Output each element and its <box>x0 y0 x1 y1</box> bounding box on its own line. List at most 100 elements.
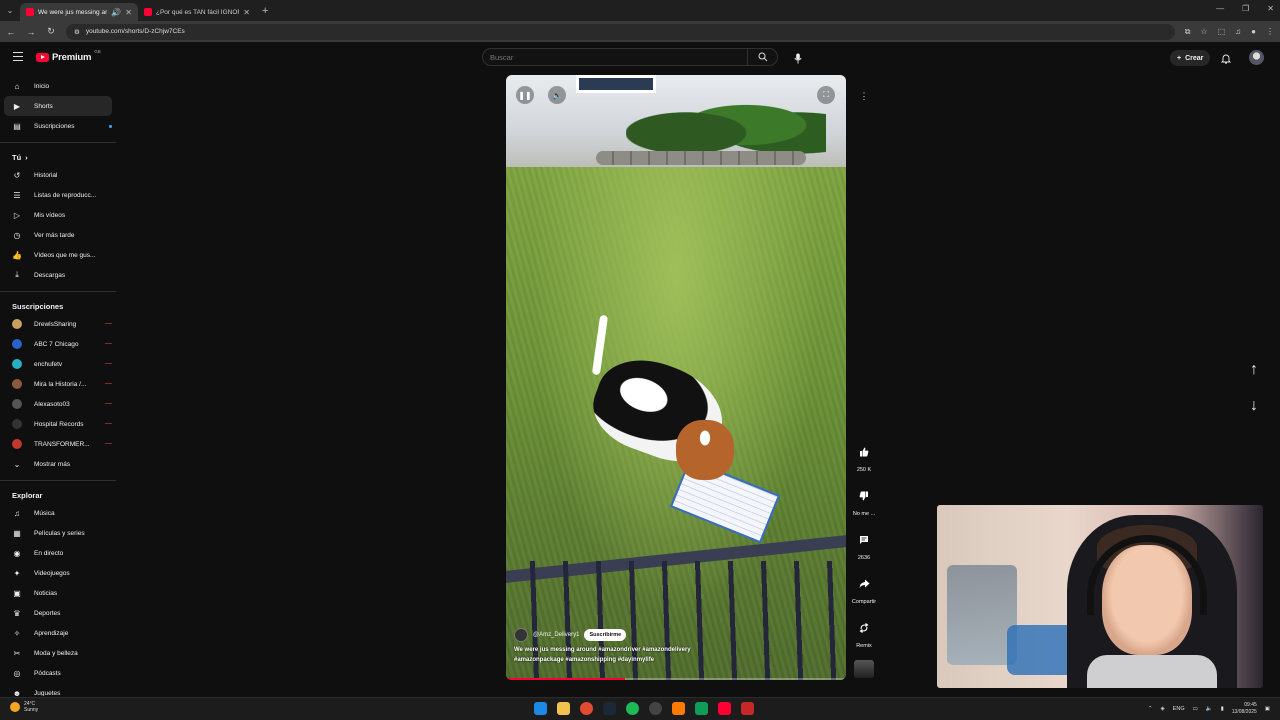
site-info-icon[interactable]: ⚙ <box>74 28 80 36</box>
share-action[interactable]: Compartir <box>847 574 881 618</box>
chrome-icon[interactable] <box>580 702 593 715</box>
sidebar-item-you-5[interactable]: ⤓ Descargas <box>4 265 112 285</box>
tray-app-icon[interactable]: ◈ <box>1161 706 1165 712</box>
fullscreen-button[interactable]: ⛶ <box>817 86 835 104</box>
calendar-app-icon[interactable] <box>741 702 754 715</box>
sidebar-item-subscription-2[interactable]: enchufetv <box>4 354 112 374</box>
store-icon[interactable] <box>695 702 708 715</box>
sidebar-item-subscription-1[interactable]: ABC 7 Chicago <box>4 334 112 354</box>
create-button[interactable]: + Crear <box>1170 50 1211 66</box>
wifi-icon[interactable]: ▭ <box>1193 706 1198 712</box>
close-window-icon[interactable]: ✕ <box>1267 4 1274 13</box>
sidebar-item-subscription-6[interactable]: TRANSFORMER... <box>4 434 112 454</box>
close-tab-icon[interactable]: ✕ <box>125 8 132 17</box>
arrow-down-icon: ↓ <box>1250 397 1258 414</box>
sidebar-item-main-1[interactable]: ▶ Shorts <box>4 96 112 116</box>
youtube-premium-logo[interactable]: Premium GB <box>36 49 101 63</box>
more-options-button[interactable]: ⋮ <box>856 88 872 104</box>
comments-action[interactable]: 2636 <box>847 530 881 574</box>
tab-inactive[interactable]: ¿Por qué es TAN fácil IGNORAR ✕ <box>138 3 256 21</box>
sidebar-item-main-label: Suscripciones <box>34 122 75 130</box>
menu-icon[interactable] <box>13 52 23 61</box>
tab-list-icon[interactable]: ⌄ <box>0 0 20 21</box>
sidebar-item-main-2[interactable]: ▤ Suscripciones <box>4 116 112 136</box>
pause-button[interactable]: ❚❚ <box>516 86 534 104</box>
sidebar-item-explore-1[interactable]: ▦ Películas y series <box>4 523 112 543</box>
forward-icon[interactable]: → <box>26 27 36 37</box>
sidebar-item-subscription-3[interactable]: Mira la Historia /... <box>4 374 112 394</box>
browser-menu-icon[interactable]: ⋮ <box>1266 27 1274 36</box>
sidebar-item-you-2[interactable]: ▷ Mis vídeos <box>4 205 112 225</box>
sidebar-item-you-0[interactable]: ↺ Historial <box>4 165 112 185</box>
file-explorer-icon[interactable] <box>557 702 570 715</box>
battery-icon[interactable]: ▮ <box>1221 706 1224 712</box>
account-avatar[interactable] <box>1249 50 1264 65</box>
minimize-icon[interactable]: — <box>1216 4 1224 13</box>
show-more-button[interactable]: ⌄ Mostrar más <box>4 454 112 474</box>
like-action[interactable]: 250 K <box>847 442 881 486</box>
steam-icon[interactable] <box>603 702 616 715</box>
voice-search-button[interactable] <box>789 49 807 67</box>
volume-button[interactable]: 🔈 <box>548 86 566 104</box>
sidebar-item-explore-4[interactable]: ▣ Noticias <box>4 583 112 603</box>
search-input[interactable] <box>483 52 747 62</box>
sidebar-item-explore-8[interactable]: ◎ Pódcasts <box>4 663 112 683</box>
sidebar-item-explore-9[interactable]: ☻ Juguetes <box>4 683 112 697</box>
sidebar-item-subscription-4[interactable]: Alexasoto03 <box>4 394 112 414</box>
sidebar-item-subscription-0[interactable]: DrewlsSharing <box>4 314 112 334</box>
sidebar-item-subscription-5[interactable]: Hospital Records <box>4 414 112 434</box>
short-description[interactable]: We were jus messing around #amazondriver… <box>514 646 839 665</box>
tab-active[interactable]: We were jus messing aroun 🔊 ✕ <box>20 3 138 21</box>
spotify-icon[interactable] <box>626 702 639 715</box>
close-tab-icon[interactable]: ✕ <box>243 8 250 17</box>
youtube-app-icon[interactable] <box>718 702 731 715</box>
sidebar-item-you-1[interactable]: ☰ Listas de reproducc... <box>4 185 112 205</box>
reload-icon[interactable]: ↻ <box>46 26 56 37</box>
profile-icon[interactable]: ● <box>1251 27 1256 36</box>
clock[interactable]: 09:45 13/08/2025 <box>1232 702 1257 716</box>
channel-handle[interactable]: @Amz_Delivery1 <box>533 632 579 638</box>
media-control-icon[interactable]: ♫ <box>1235 27 1241 36</box>
sidebar-item-you-label: Ver más tarde <box>34 231 75 239</box>
tray-lang[interactable]: ENG <box>1173 706 1185 712</box>
sidebar-item-explore-7[interactable]: ✂ Moda y belleza <box>4 643 112 663</box>
sidebar-item-main-0[interactable]: ⌂ Inicio <box>4 76 112 96</box>
sidebar-item-explore-2[interactable]: ◉ En directo <box>4 543 112 563</box>
obs-icon[interactable] <box>649 702 662 715</box>
you-section-title: Tú <box>12 152 22 162</box>
notification-center-icon[interactable]: ▣ <box>1265 706 1270 712</box>
search-button[interactable] <box>747 49 777 65</box>
channel-avatar[interactable] <box>514 628 528 642</box>
speaker-icon[interactable]: 🔊 <box>111 8 121 17</box>
maximize-icon[interactable]: ❐ <box>1242 4 1249 13</box>
volume-tray-icon[interactable]: 🔈 <box>1206 706 1213 712</box>
progress-bar[interactable] <box>506 678 846 680</box>
sidebar-item-you-3[interactable]: ◷ Ver más tarde <box>4 225 112 245</box>
previous-short-button[interactable]: ↑ <box>1244 360 1264 380</box>
subscribe-button[interactable]: Suscribirme <box>584 629 627 641</box>
music-icon: ♫ <box>14 508 20 518</box>
sidebar-item-explore-0[interactable]: ♫ Música <box>4 503 112 523</box>
dislike-action[interactable]: No me ... <box>847 486 881 530</box>
sidebar-item-explore-5[interactable]: ♛ Deportes <box>4 603 112 623</box>
sidebar-item-explore-3[interactable]: ✦ Videojuegos <box>4 563 112 583</box>
comment-count: 2636 <box>857 555 871 561</box>
sidebar-item-you-4[interactable]: 👍 Vídeos que me gus... <box>4 245 112 265</box>
back-icon[interactable]: ← <box>6 27 16 37</box>
next-short-button[interactable]: ↓ <box>1244 396 1264 416</box>
new-tab-button[interactable]: + <box>262 5 268 17</box>
notifications-button[interactable] <box>1220 51 1232 69</box>
browser-app-icon[interactable] <box>672 702 685 715</box>
bookmark-star-icon[interactable]: ☆ <box>1200 27 1207 36</box>
you-section-header[interactable]: Tú › <box>0 149 116 165</box>
sidebar-item-explore-6[interactable]: ✧ Aprendizaje <box>4 623 112 643</box>
address-bar[interactable]: ⚙ youtube.com/shorts/D-zChjw7CEs <box>66 23 1175 40</box>
tray-overflow-icon[interactable]: ⌃ <box>1148 706 1153 712</box>
windows-start-icon[interactable] <box>534 702 547 715</box>
extensions-icon[interactable]: ⬚ <box>1218 27 1226 36</box>
weather-widget[interactable]: 24°C Sunny <box>10 701 38 713</box>
open-in-app-icon[interactable]: ⧉ <box>1185 27 1191 37</box>
sound-thumbnail[interactable] <box>854 660 874 678</box>
short-video-player[interactable]: ❚❚ 🔈 ⛶ @Amz_Delivery1 Suscribirme We wer… <box>506 75 846 680</box>
remix-action[interactable]: Remix <box>847 618 881 662</box>
